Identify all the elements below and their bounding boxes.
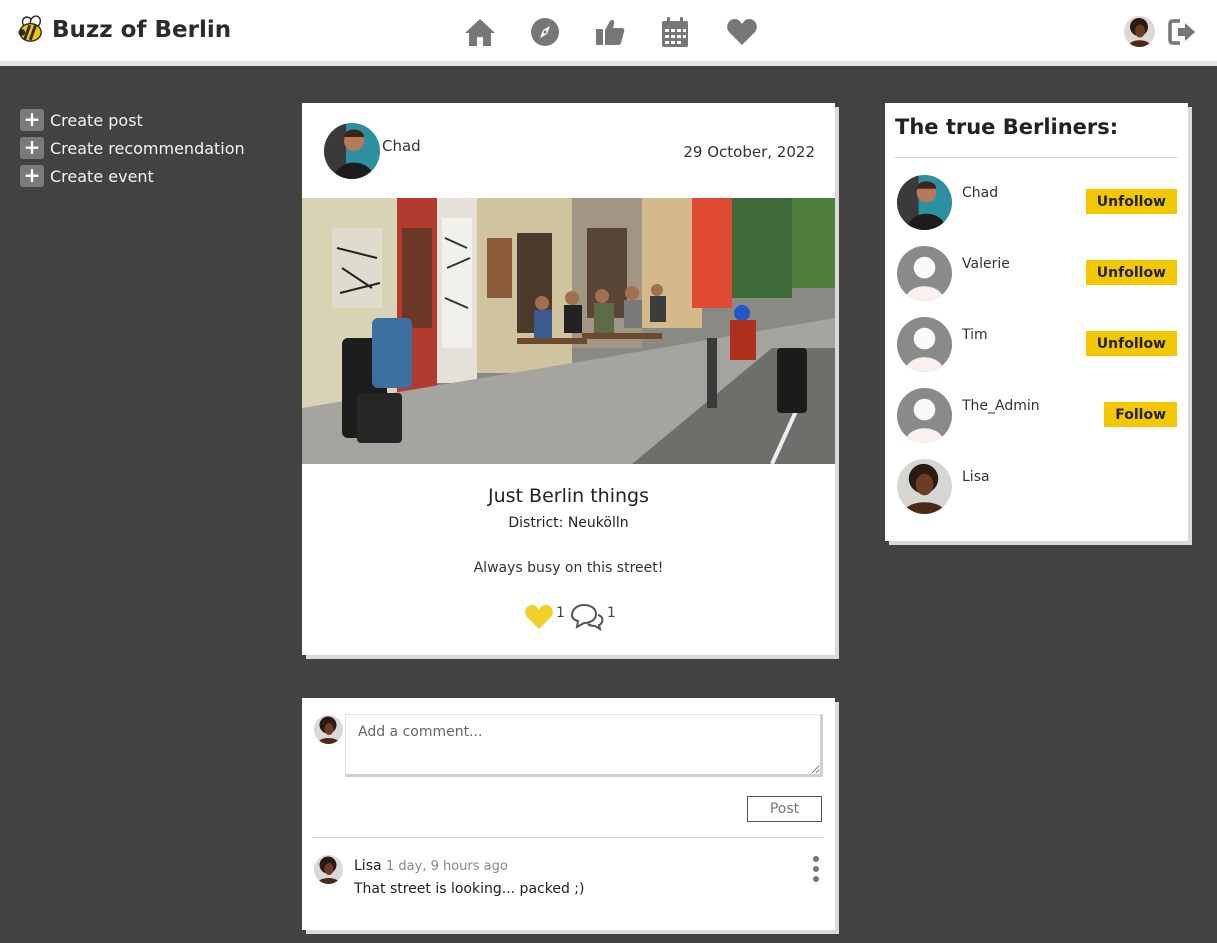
author-name: Chad — [382, 137, 421, 155]
comment-time: 1 day, 9 hours ago — [386, 859, 508, 874]
plus-icon: + — [20, 109, 44, 131]
current-user-avatar — [314, 715, 343, 744]
comment-menu-icon[interactable] — [810, 856, 822, 882]
sign-out-icon[interactable] — [1168, 17, 1198, 47]
user-name[interactable]: Tim — [962, 327, 988, 343]
comment-author[interactable]: Lisa — [354, 858, 382, 874]
user-avatar[interactable] — [897, 246, 952, 301]
post-date: 29 October, 2022 — [683, 143, 815, 161]
user-name[interactable]: Valerie — [962, 256, 1010, 272]
comments-icon[interactable] — [569, 603, 605, 631]
post-comment-button[interactable]: Post — [747, 796, 822, 822]
app-title: Buzz of Berlin — [52, 16, 232, 43]
user-row: The_Admin Follow — [897, 388, 1177, 444]
user-name[interactable]: The_Admin — [962, 398, 1040, 414]
users-title: The true Berliners: — [895, 115, 1119, 139]
post-title: Just Berlin things — [488, 485, 649, 507]
user-avatar[interactable] — [1124, 16, 1155, 47]
home-icon[interactable] — [463, 15, 497, 49]
user-row: Lisa — [897, 459, 1177, 515]
create-event-label: Create event — [50, 166, 154, 186]
create-recommendation-link[interactable]: + Create recommendation — [20, 134, 245, 162]
brand[interactable]: Buzz of Berlin — [15, 14, 231, 45]
create-event-link[interactable]: + Create event — [20, 162, 245, 190]
user-row: Chad Unfollow — [897, 175, 1177, 231]
bee-logo-icon — [18, 15, 42, 42]
comments-card: Post Lisa 1 day, 9 hours ago That street… — [302, 698, 835, 930]
unfollow-button[interactable]: Unfollow — [1085, 260, 1177, 285]
create-post-link[interactable]: + Create post — [20, 106, 245, 134]
plus-icon: + — [20, 137, 44, 159]
follow-button[interactable]: Follow — [1104, 402, 1177, 427]
user-name[interactable]: Lisa — [962, 469, 990, 485]
navbar: Buzz of Berlin — [0, 0, 1217, 66]
comment-author-avatar[interactable] — [314, 855, 343, 884]
user-name[interactable]: Chad — [962, 185, 998, 201]
user-row: Valerie Unfollow — [897, 246, 1177, 302]
post-stats: 1 1 — [524, 603, 616, 631]
post-content: Always busy on this street! — [473, 560, 664, 576]
post-card: Chad 29 October, 2022 Just Berlin things… — [302, 103, 835, 655]
user-row: Tim Unfollow — [897, 317, 1177, 373]
post-district: District: Neukölln — [508, 515, 629, 531]
comments-count: 1 — [606, 605, 616, 621]
user-avatar[interactable] — [897, 459, 952, 514]
create-recommendation-label: Create recommendation — [50, 138, 245, 158]
post-image — [302, 198, 835, 464]
create-menu: + Create post + Create recommendation + … — [20, 106, 245, 190]
divider — [312, 837, 823, 838]
user-avatar[interactable] — [897, 175, 952, 230]
thumbs-up-icon[interactable] — [593, 15, 627, 49]
calendar-icon[interactable] — [658, 15, 692, 49]
like-heart-icon[interactable] — [524, 603, 554, 631]
author-avatar — [324, 123, 380, 179]
likes-count: 1 — [556, 605, 565, 621]
users-card: The true Berliners: Chad Unfollow Valeri… — [885, 103, 1188, 541]
create-post-label: Create post — [50, 110, 143, 130]
plus-icon: + — [20, 165, 44, 187]
post-author[interactable]: Chad — [324, 123, 421, 179]
comment-input[interactable] — [345, 714, 823, 777]
comment-text: That street is looking... packed ;) — [354, 881, 585, 897]
compass-icon[interactable] — [528, 15, 562, 49]
unfollow-button[interactable]: Unfollow — [1085, 189, 1177, 214]
unfollow-button[interactable]: Unfollow — [1085, 331, 1177, 356]
heart-icon[interactable] — [725, 15, 759, 49]
divider — [895, 157, 1177, 158]
user-avatar[interactable] — [897, 317, 952, 372]
user-avatar[interactable] — [897, 388, 952, 443]
